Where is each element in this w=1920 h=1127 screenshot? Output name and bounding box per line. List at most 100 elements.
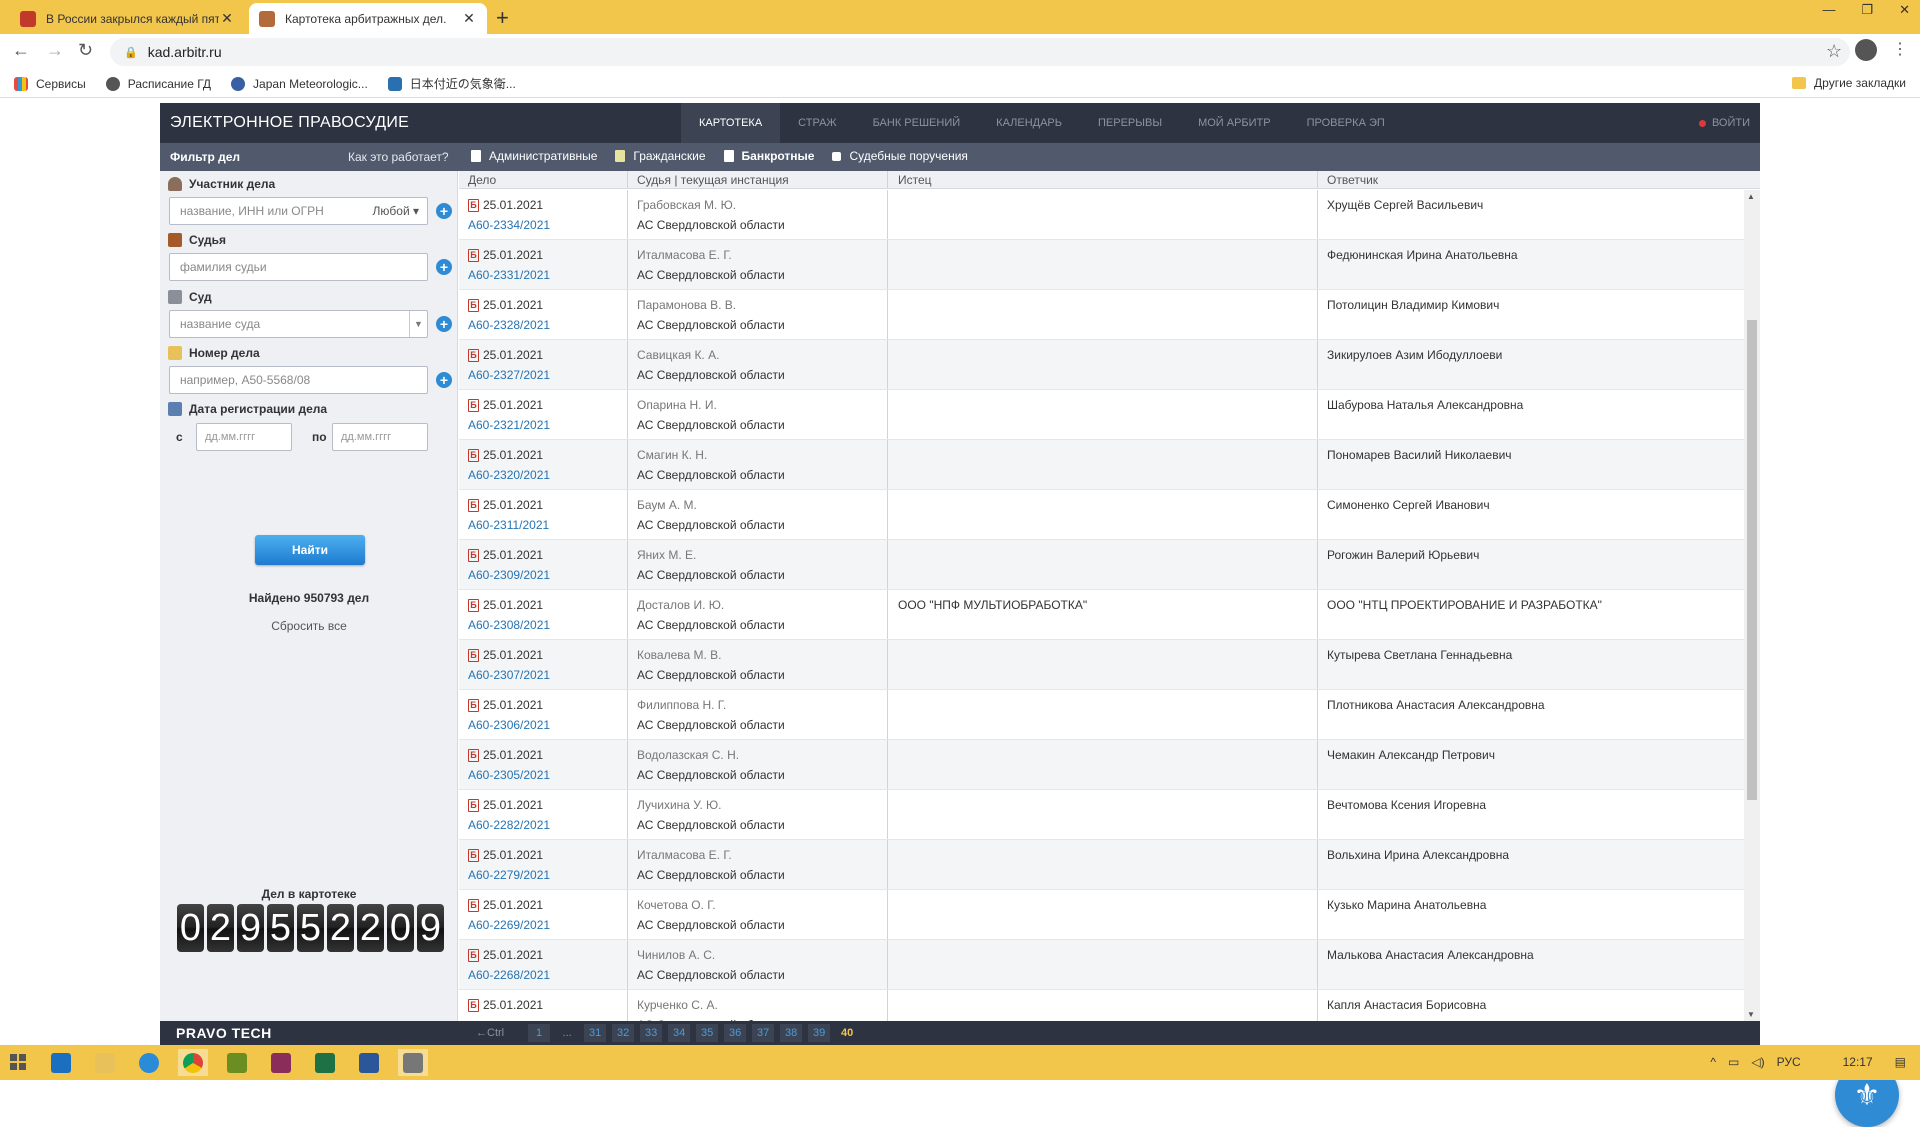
case-number-link[interactable]: А60-2305/2021 <box>468 768 618 782</box>
page-button[interactable]: 36 <box>724 1024 747 1042</box>
table-scrollbar[interactable]: ▲ ▼ <box>1744 190 1760 1021</box>
page-button[interactable]: 33 <box>640 1024 663 1042</box>
nav-pereryvy[interactable]: ПЕРЕРЫВЫ <box>1080 103 1180 143</box>
case-number-input[interactable]: например, А50-5568/08 <box>169 366 428 394</box>
close-window-icon[interactable]: ✕ <box>1899 2 1910 18</box>
category-administrative[interactable]: Административные <box>471 149 597 163</box>
case-number-link[interactable]: А60-2269/2021 <box>468 918 618 932</box>
defendant-cell[interactable]: Зикирулоев Азим Ибодуллоеви <box>1327 348 1502 362</box>
bookmark-schedule[interactable]: Расписание ГД <box>105 76 211 91</box>
nav-moy-arbitr[interactable]: МОЙ АРБИТР <box>1180 103 1289 143</box>
bookmark-weather[interactable]: 日本付近の気象衛... <box>387 75 516 92</box>
defendant-cell[interactable]: Кузько Марина Анатольевна <box>1327 898 1486 912</box>
page-button[interactable]: 39 <box>808 1024 831 1042</box>
defendant-cell[interactable]: Рогожин Валерий Юрьевич <box>1327 548 1479 562</box>
case-number-link[interactable]: А60-2311/2021 <box>468 518 618 532</box>
volume-icon[interactable]: ◁) <box>1751 1055 1764 1069</box>
how-it-works-link[interactable]: Как это работает? <box>348 150 449 164</box>
close-tab-icon[interactable]: ✕ <box>219 10 235 27</box>
page-button[interactable]: 1 <box>528 1024 551 1042</box>
reset-all-link[interactable]: Сбросить все <box>160 619 458 633</box>
defendant-cell[interactable]: Вольхина Ирина Александровна <box>1327 848 1509 862</box>
close-tab-icon[interactable]: ✕ <box>461 10 477 27</box>
case-number-link[interactable]: А60-2268/2021 <box>468 968 618 982</box>
add-case-number-button[interactable]: + <box>436 372 452 388</box>
ie-icon[interactable] <box>134 1049 164 1076</box>
nav-proverka-ep[interactable]: ПРОВЕРКА ЭП <box>1289 103 1403 143</box>
defendant-cell[interactable]: Капля Анастасия Борисовна <box>1327 998 1486 1012</box>
case-number-link[interactable]: А60-2279/2021 <box>468 868 618 882</box>
case-number-link[interactable]: А60-2308/2021 <box>468 618 618 632</box>
app-icon[interactable] <box>222 1049 252 1076</box>
other-bookmarks[interactable]: Другие закладки <box>1792 76 1906 90</box>
add-judge-button[interactable]: + <box>436 259 452 275</box>
defendant-cell[interactable]: Потолицин Владимир Кимович <box>1327 298 1499 312</box>
notifications-icon[interactable]: ▤ <box>1895 1055 1906 1069</box>
plaintiff-cell[interactable]: ООО "НПФ МУЛЬТИОБРАБОТКА" <box>898 598 1087 612</box>
case-number-link[interactable]: А60-2282/2021 <box>468 818 618 832</box>
header-judge[interactable]: Судья | текущая инстанция <box>637 173 789 187</box>
account-avatar[interactable] <box>1855 39 1877 61</box>
defendant-cell[interactable]: Хрущёв Сергей Васильевич <box>1327 198 1483 212</box>
page-button[interactable]: 35 <box>696 1024 719 1042</box>
date-to-input[interactable]: дд.мм.гггг <box>332 423 428 451</box>
page-button[interactable]: 34 <box>668 1024 691 1042</box>
case-number-link[interactable]: А60-2321/2021 <box>468 418 618 432</box>
judge-input[interactable]: фамилия судьи <box>169 253 428 281</box>
page-button[interactable]: 32 <box>612 1024 635 1042</box>
header-case[interactable]: Дело <box>468 173 496 187</box>
page-button[interactable]: 40 <box>836 1024 858 1042</box>
scroll-down-icon[interactable]: ▼ <box>1747 1010 1755 1019</box>
new-tab-button[interactable]: + <box>496 5 509 31</box>
case-number-link[interactable]: А60-2327/2021 <box>468 368 618 382</box>
nav-calendar[interactable]: КАЛЕНДАРЬ <box>978 103 1080 143</box>
menu-kebab-icon[interactable]: ⋮ <box>1892 39 1908 59</box>
page-button[interactable]: 37 <box>752 1024 775 1042</box>
category-court-orders[interactable]: Судебные поручения <box>832 149 968 163</box>
scroll-thumb[interactable] <box>1747 320 1757 800</box>
defendant-cell[interactable]: ООО "НТЦ ПРОЕКТИРОВАНИЕ И РАЗРАБОТКА" <box>1327 598 1602 612</box>
tray-chevron-icon[interactable]: ^ <box>1710 1055 1716 1069</box>
defendant-cell[interactable]: Симоненко Сергей Иванович <box>1327 498 1490 512</box>
defendant-cell[interactable]: Вечтомова Ксения Игоревна <box>1327 798 1486 812</box>
defendant-cell[interactable]: Чемакин Александр Петрович <box>1327 748 1495 762</box>
bookmark-jma[interactable]: Japan Meteorologic... <box>231 76 368 91</box>
category-civil[interactable]: Гражданские <box>615 149 706 163</box>
participant-input[interactable]: название, ИНН или ОГРН Любой ▾ <box>169 197 428 225</box>
defendant-cell[interactable]: Малькова Анастасия Александровна <box>1327 948 1534 962</box>
date-from-input[interactable]: дд.мм.гггг <box>196 423 292 451</box>
court-select[interactable]: название суда ▼ <box>169 310 428 338</box>
windows-start-icon[interactable] <box>10 1054 26 1070</box>
minimize-icon[interactable]: — <box>1822 2 1835 18</box>
address-bar[interactable]: 🔒 kad.arbitr.ru ☆ <box>110 38 1850 66</box>
browser-tab-kad[interactable]: Картотека арбитражных дел. ✕ <box>249 3 487 34</box>
case-number-link[interactable]: А60-2306/2021 <box>468 718 618 732</box>
word-icon[interactable] <box>354 1049 384 1076</box>
outlook-icon[interactable] <box>46 1049 76 1076</box>
pravo-tech-logo[interactable]: PRAVO TECH <box>176 1025 272 1041</box>
forward-icon[interactable]: → <box>46 40 64 61</box>
defendant-cell[interactable]: Федюнинская Ирина Анатольевна <box>1327 248 1518 262</box>
defendant-cell[interactable]: Кутырева Светлана Геннадьевна <box>1327 648 1512 662</box>
case-number-link[interactable]: А60-2307/2021 <box>468 668 618 682</box>
nav-strazh[interactable]: СТРАЖ <box>780 103 854 143</box>
add-court-button[interactable]: + <box>436 316 452 332</box>
clock[interactable]: 12:17 <box>1843 1055 1873 1069</box>
language-indicator[interactable]: РУС <box>1777 1055 1801 1069</box>
nav-kartoteka[interactable]: КАРТОТЕКА <box>681 103 781 143</box>
case-number-link[interactable]: А60-2331/2021 <box>468 268 618 282</box>
winrar-icon[interactable] <box>266 1049 296 1076</box>
header-defendant[interactable]: Ответчик <box>1327 173 1378 187</box>
back-icon[interactable]: ← <box>12 40 30 61</box>
excel-icon[interactable] <box>310 1049 340 1076</box>
restore-icon[interactable]: ❐ <box>1861 2 1873 18</box>
bookmark-services[interactable]: Сервисы <box>14 76 86 91</box>
page-button[interactable]: 31 <box>584 1024 607 1042</box>
case-number-link[interactable]: А60-2320/2021 <box>468 468 618 482</box>
app2-icon[interactable] <box>398 1049 428 1076</box>
browser-tab-news[interactable]: В России закрылся каждый пят ✕ <box>10 3 245 34</box>
defendant-cell[interactable]: Плотникова Анастасия Александровна <box>1327 698 1545 712</box>
header-plaintiff[interactable]: Истец <box>898 173 932 187</box>
login-link[interactable]: ВОЙТИ <box>1698 117 1750 129</box>
case-number-link[interactable]: А60-2309/2021 <box>468 568 618 582</box>
